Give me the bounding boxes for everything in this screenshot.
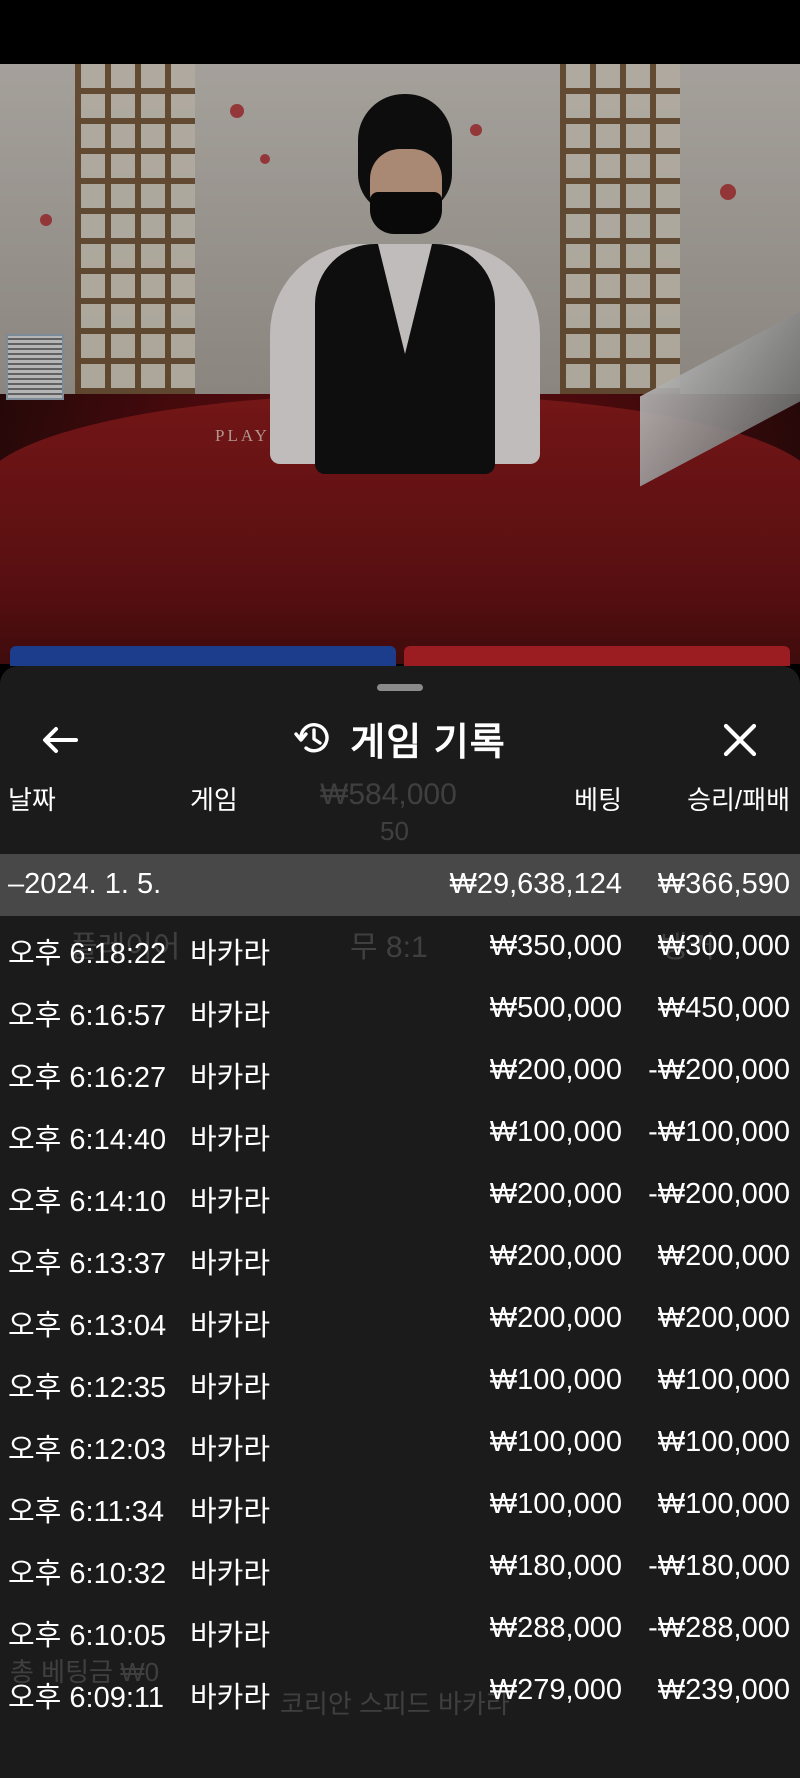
row-bet: ₩100,000 [489,1116,622,1148]
history-row[interactable]: 오후 6:14:40 바카라 ₩100,000 -₩100,000 [0,1102,800,1164]
row-result: ₩200,000 [657,1240,790,1272]
row-game: 바카라 [190,1062,271,1094]
column-header-row: 날짜 게임 베팅 승리/패배 [0,770,800,820]
row-bet: ₩350,000 [489,930,622,962]
column-header-bet: 베팅 [574,785,622,815]
row-game: 바카라 [190,1434,271,1466]
row-game: 바카라 [190,1186,271,1218]
row-game: 바카라 [190,1000,271,1032]
row-result: ₩239,000 [657,1674,790,1706]
summary-date: –2024. 1. 5. [8,868,162,900]
row-game: 바카라 [190,1620,271,1652]
row-result: ₩100,000 [657,1488,790,1520]
row-bet: ₩100,000 [489,1364,622,1396]
column-header-date: 날짜 [8,785,56,815]
bg-chip-count: 50 [380,816,409,846]
row-time: 오후 6:10:05 [8,1620,167,1652]
history-row[interactable]: 오후 6:14:10 바카라 ₩200,000 -₩200,000 [0,1164,800,1226]
row-game: 바카라 [190,1124,271,1156]
row-bet: ₩279,000 [489,1674,622,1706]
row-result: -₩200,000 [648,1054,790,1086]
column-header-game: 게임 [190,785,238,815]
row-bet: ₩200,000 [489,1178,622,1210]
row-result: ₩100,000 [657,1364,790,1396]
row-time: 오후 6:09:11 [8,1682,165,1714]
row-game: 바카라 [190,1496,271,1528]
close-button[interactable] [716,716,764,764]
row-time: 오후 6:16:57 [8,1000,167,1032]
row-result: ₩450,000 [657,992,790,1024]
row-result: -₩200,000 [648,1178,790,1210]
game-history-sheet: ₩584,000 50 플레이어 무 8:1 뱅커 총 베팅금 ₩0 코리안 스… [0,666,800,1778]
column-header-result: 승리/패배 [687,785,790,815]
date-summary-row[interactable]: –2024. 1. 5. ₩29,638,124 ₩366,590 [0,854,800,916]
history-row[interactable]: 오후 6:16:57 바카라 ₩500,000 ₩450,000 [0,978,800,1040]
row-time: 오후 6:13:37 [8,1248,167,1280]
history-row[interactable]: 오후 6:11:34 바카라 ₩100,000 ₩100,000 [0,1474,800,1536]
row-bet: ₩288,000 [489,1612,622,1644]
row-bet: ₩100,000 [489,1426,622,1458]
row-time: 오후 6:11:34 [8,1496,165,1528]
history-row[interactable]: 오후 6:12:03 바카라 ₩100,000 ₩100,000 [0,1412,800,1474]
history-row[interactable]: 오후 6:18:22 바카라 ₩350,000 ₩300,000 [0,916,800,978]
row-game: 바카라 [190,1558,271,1590]
row-time: 오후 6:12:35 [8,1372,167,1404]
summary-bet-total: ₩29,638,124 [449,868,622,900]
row-result: -₩100,000 [648,1116,790,1148]
row-result: ₩100,000 [657,1426,790,1458]
history-row[interactable]: 오후 6:12:35 바카라 ₩100,000 ₩100,000 [0,1350,800,1412]
row-time: 오후 6:18:22 [8,938,167,970]
row-result: -₩180,000 [648,1550,790,1582]
sheet-header: 게임 기록 [0,706,800,770]
row-time: 오후 6:12:03 [8,1434,167,1466]
row-time: 오후 6:16:27 [8,1062,167,1094]
history-row[interactable]: 오후 6:09:11 바카라 ₩279,000 ₩239,000 [0,1660,800,1722]
row-result: -₩288,000 [648,1612,790,1644]
row-time: 오후 6:14:10 [8,1186,167,1218]
live-video-feed: PLAYER BANKER [0,64,800,664]
row-game: 바카라 [190,938,271,970]
history-row[interactable]: 오후 6:10:05 바카라 ₩288,000 -₩288,000 [0,1598,800,1660]
row-bet: ₩200,000 [489,1302,622,1334]
player-bet-area[interactable] [10,646,396,666]
row-game: 바카라 [190,1682,271,1714]
row-time: 오후 6:14:40 [8,1124,167,1156]
row-bet: ₩100,000 [489,1488,622,1520]
drag-handle[interactable] [377,684,423,691]
row-bet: ₩180,000 [489,1550,622,1582]
row-bet: ₩200,000 [489,1240,622,1272]
history-list: 오후 6:18:22 바카라 ₩350,000 ₩300,000 오후 6:16:57 바… [0,916,800,1722]
row-time: 오후 6:13:04 [8,1310,167,1342]
history-row[interactable]: 오후 6:13:04 바카라 ₩200,000 ₩200,000 [0,1288,800,1350]
row-game: 바카라 [190,1248,271,1280]
history-icon [294,723,329,753]
row-bet: ₩500,000 [489,992,622,1024]
history-row[interactable]: 오후 6:13:37 바카라 ₩200,000 ₩200,000 [0,1226,800,1288]
history-row[interactable]: 오후 6:10:32 바카라 ₩180,000 -₩180,000 [0,1536,800,1598]
close-icon [723,723,757,757]
row-result: ₩300,000 [657,930,790,962]
row-game: 바카라 [190,1372,271,1404]
row-bet: ₩200,000 [489,1054,622,1086]
row-game: 바카라 [190,1310,271,1342]
history-row[interactable]: 오후 6:16:27 바카라 ₩200,000 -₩200,000 [0,1040,800,1102]
sheet-title: 게임 기록 [350,721,506,764]
summary-result-total: ₩366,590 [657,868,790,900]
row-time: 오후 6:10:32 [8,1558,167,1590]
row-result: ₩200,000 [657,1302,790,1334]
banker-bet-area[interactable] [404,646,790,666]
